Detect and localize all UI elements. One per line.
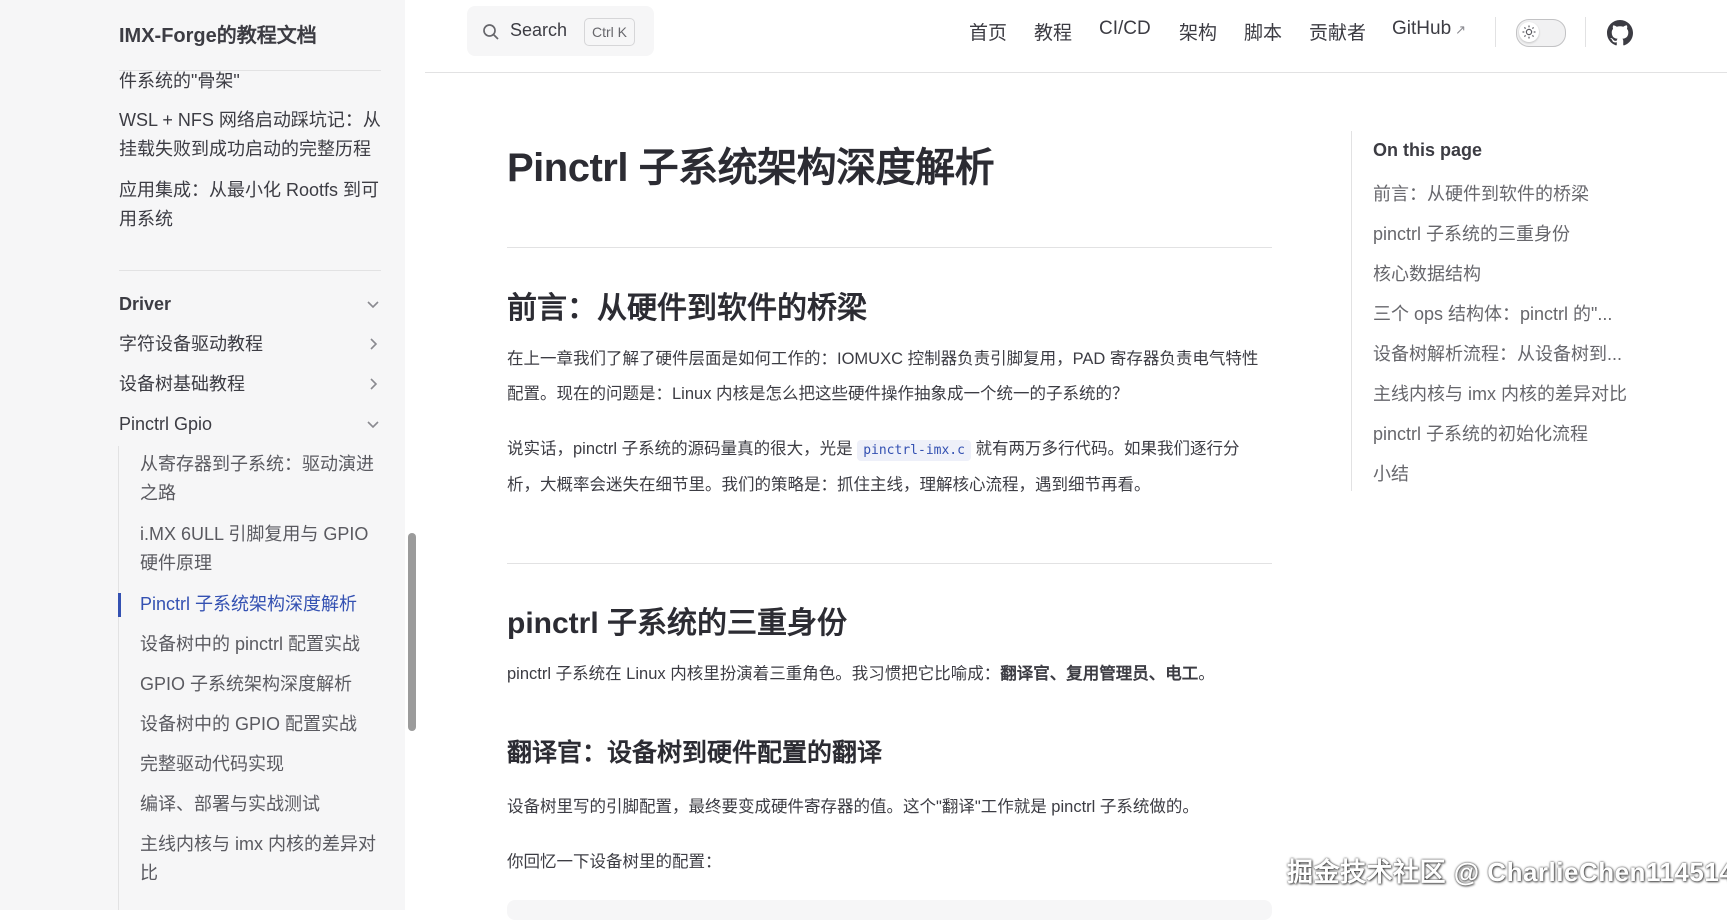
chevron-down-icon bbox=[367, 421, 379, 429]
outline-item[interactable]: pinctrl 子系统的三重身份 bbox=[1373, 220, 1638, 246]
bold-text: 翻译官、复用管理员、电工 bbox=[1000, 665, 1199, 683]
sidebar-divider bbox=[119, 270, 381, 271]
nav-github-label: GitHub bbox=[1392, 18, 1452, 39]
sidebar-item-wsl-nfs[interactable]: WSL + NFS 网络启动踩坑记：从挂载失败到成功启动的完整历程 bbox=[119, 106, 381, 164]
outline-item[interactable]: 小结 bbox=[1373, 460, 1638, 486]
site-title[interactable]: IMX-Forge的教程文档 bbox=[119, 19, 317, 48]
outline-item[interactable]: 前言：从硬件到软件的桥梁 bbox=[1373, 180, 1638, 206]
theme-toggle-knob bbox=[1519, 22, 1539, 42]
outline-item[interactable]: pinctrl 子系统的初始化流程 bbox=[1373, 420, 1638, 446]
sidebar-item-dt-gpio[interactable]: 设备树中的 GPIO 配置实战 bbox=[140, 710, 385, 739]
page-title: Pinctrl 子系统架构深度解析 bbox=[507, 146, 995, 190]
sidebar-item-devicetree[interactable]: 设备树基础教程 bbox=[119, 370, 381, 398]
search-icon bbox=[483, 24, 499, 40]
sidebar-item-label: 字符设备驱动教程 bbox=[119, 334, 263, 354]
sidebar-scrollbar-thumb[interactable] bbox=[408, 533, 416, 731]
active-indicator bbox=[118, 593, 121, 617]
sidebar-group-pinctrl-gpio[interactable]: Pinctrl Gpio bbox=[119, 410, 381, 438]
heading-preface: 前言：从硬件到软件的桥梁 bbox=[507, 292, 867, 325]
external-link-icon: ↗ bbox=[1455, 22, 1467, 37]
paragraph: 你回忆一下设备树里的配置： bbox=[507, 853, 722, 871]
sidebar-section-driver[interactable]: Driver bbox=[119, 290, 381, 318]
sidebar-item-pinctrl-arch[interactable]: Pinctrl 子系统架构深度解析 bbox=[140, 590, 385, 619]
code-block bbox=[507, 900, 1272, 920]
inline-code: pinctrl-imx.c bbox=[857, 440, 971, 461]
paragraph: pinctrl 子系统在 Linux 内核里扮演着三重角色。我习惯把它比喻成：翻… bbox=[507, 657, 1272, 692]
sidebar-item-full-driver[interactable]: 完整驱动代码实现 bbox=[140, 750, 385, 779]
sidebar-section-label: Driver bbox=[119, 294, 172, 314]
heading-three-roles: pinctrl 子系统的三重身份 bbox=[507, 607, 848, 640]
nav-home[interactable]: 首页 bbox=[969, 18, 1007, 45]
outline-border bbox=[1351, 131, 1352, 491]
nav-separator bbox=[1495, 17, 1496, 47]
theme-toggle[interactable] bbox=[1516, 19, 1566, 47]
sun-icon bbox=[1522, 25, 1536, 39]
search-label: Search bbox=[510, 20, 568, 40]
nav-contributors[interactable]: 贡献者 bbox=[1309, 18, 1366, 45]
sidebar-item-mainline-diff[interactable]: 主线内核与 imx 内核的差异对比 bbox=[140, 830, 385, 888]
sidebar-item-label: 设备树基础教程 bbox=[119, 374, 245, 394]
sidebar-scrollbar-track[interactable] bbox=[405, 0, 425, 910]
paragraph: 设备树里写的引脚配置，最终要变成硬件寄存器的值。这个"翻译"工作就是 pinct… bbox=[507, 798, 1199, 816]
sidebar-item-skeleton[interactable]: 件系统的"骨架" bbox=[119, 67, 381, 96]
nav-tutorials[interactable]: 教程 bbox=[1034, 18, 1072, 45]
sidebar-item-driver-evolution[interactable]: 从寄存器到子系统：驱动演进之路 bbox=[140, 450, 385, 508]
nav-github[interactable]: GitHub ↗ bbox=[1392, 18, 1466, 40]
sidebar-item-label: Pinctrl Gpio bbox=[119, 414, 213, 434]
sidebar-item-imx6ull-pinmux[interactable]: i.MX 6ULL 引脚复用与 GPIO 硬件原理 bbox=[140, 520, 385, 578]
nav-separator bbox=[1585, 17, 1586, 47]
paragraph-text: 。 bbox=[1198, 665, 1215, 683]
top-nav-divider bbox=[425, 72, 1727, 73]
nav-cicd[interactable]: CI/CD bbox=[1099, 18, 1151, 40]
chevron-right-icon bbox=[370, 338, 378, 350]
search-button[interactable]: Search Ctrl K bbox=[467, 6, 654, 56]
paragraph-text: 说实话，pinctrl 子系统的源码量真的很大，光是 bbox=[507, 440, 853, 458]
nav-scripts[interactable]: 脚本 bbox=[1244, 18, 1282, 45]
search-shortcut: Ctrl K bbox=[584, 18, 635, 46]
sidebar-item-dt-pinctrl[interactable]: 设备树中的 pinctrl 配置实战 bbox=[140, 630, 385, 659]
chevron-down-icon bbox=[367, 301, 379, 309]
outline-item[interactable]: 三个 ops 结构体：pinctrl 的"... bbox=[1373, 300, 1638, 326]
outline-item[interactable]: 设备树解析流程：从设备树到... bbox=[1373, 340, 1638, 366]
sidebar-item-char-driver[interactable]: 字符设备驱动教程 bbox=[119, 330, 381, 358]
sidebar-item-app-integration[interactable]: 应用集成：从最小化 Rootfs 到可用系统 bbox=[119, 176, 381, 234]
outline-item[interactable]: 主线内核与 imx 内核的差异对比 bbox=[1373, 380, 1638, 406]
chevron-right-icon bbox=[370, 378, 378, 390]
nav-architecture[interactable]: 架构 bbox=[1179, 18, 1217, 45]
section-divider bbox=[507, 247, 1272, 248]
paragraph-text: pinctrl 子系统在 Linux 内核里扮演着三重角色。我习惯把它比喻成： bbox=[507, 665, 1001, 683]
watermark: 掘金技术社区 @ CharlieChen114514 bbox=[1287, 857, 1727, 887]
sidebar-item-gpio-arch[interactable]: GPIO 子系统架构深度解析 bbox=[140, 670, 385, 699]
outline-item[interactable]: 核心数据结构 bbox=[1373, 260, 1638, 286]
github-icon[interactable] bbox=[1607, 20, 1633, 46]
heading-translator: 翻译官：设备树到硬件配置的翻译 bbox=[507, 739, 883, 767]
section-divider bbox=[507, 563, 1272, 564]
sidebar: IMX-Forge的教程文档 件系统的"骨架" WSL + NFS 网络启动踩坑… bbox=[0, 0, 405, 910]
sidebar-indent-line bbox=[118, 446, 119, 910]
paragraph: 说实话，pinctrl 子系统的源码量真的很大，光是 pinctrl-imx.c… bbox=[507, 432, 1272, 503]
sidebar-item-build-deploy[interactable]: 编译、部署与实战测试 bbox=[140, 790, 385, 819]
outline-title: On this page bbox=[1373, 140, 1483, 160]
paragraph: 在上一章我们了解了硬件层面是如何工作的：IOMUXC 控制器负责引脚复用，PAD… bbox=[507, 350, 1259, 403]
